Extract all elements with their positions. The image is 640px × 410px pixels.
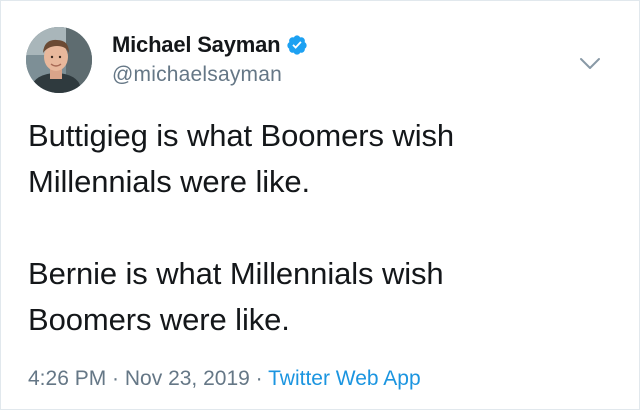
meta-separator: ·	[106, 367, 125, 390]
avatar[interactable]	[26, 27, 92, 93]
tweet-date[interactable]: Nov 23, 2019	[125, 367, 250, 390]
tweet-paragraph: Bernie is what Millennials wish Boomers …	[28, 256, 444, 337]
tweet-text: Buttigieg is what Boomers wish Millennia…	[28, 113, 618, 343]
author-handle[interactable]: @michaelsayman	[112, 63, 308, 87]
tweet-card: Michael Sayman @michaelsayman Buttigieg …	[0, 0, 640, 410]
tweet-meta: 4:26 PM · Nov 23, 2019 · Twitter Web App	[28, 367, 421, 391]
tweet-header: Michael Sayman @michaelsayman	[26, 27, 619, 93]
tweet-time[interactable]: 4:26 PM	[28, 367, 106, 390]
chevron-down-icon[interactable]	[579, 57, 601, 71]
display-name-line: Michael Sayman	[112, 31, 308, 59]
display-name[interactable]: Michael Sayman	[112, 32, 281, 58]
tweet-paragraph: Buttigieg is what Boomers wish Millennia…	[28, 118, 455, 199]
author-names: Michael Sayman @michaelsayman	[112, 31, 308, 87]
verified-badge-icon	[286, 34, 308, 56]
avatar-image	[26, 27, 92, 93]
tweet-source-link[interactable]: Twitter Web App	[268, 367, 421, 390]
meta-separator: ·	[249, 367, 269, 390]
